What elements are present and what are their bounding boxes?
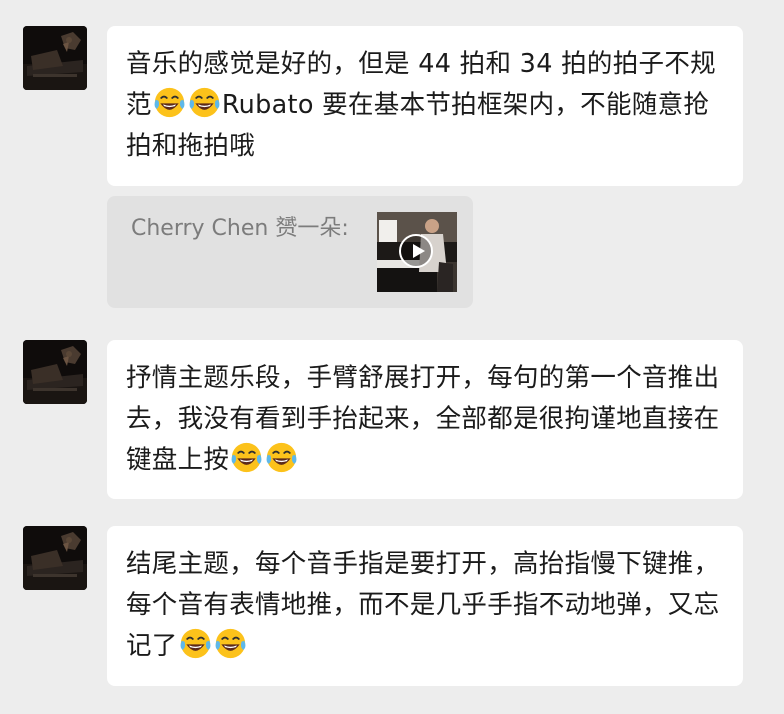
play-icon[interactable] [399, 234, 433, 268]
avatar-piano-photo-icon[interactable] [23, 340, 87, 404]
tears-of-joy-emoji-icon [179, 627, 212, 660]
quoted-sender-label: Cherry Chen 赟一朵: [131, 216, 349, 241]
message-text: 抒情主题乐段，手臂舒展打开，每句的第一个音推出去，我没有看到手抬起来，全部都是很… [126, 363, 720, 475]
tears-of-joy-emoji-icon [265, 441, 298, 474]
quoted-message[interactable]: Cherry Chen 赟一朵: [107, 196, 473, 308]
avatar-piano-photo-icon[interactable] [23, 526, 87, 590]
tears-of-joy-emoji-icon [188, 86, 221, 119]
message-bubble[interactable]: 音乐的感觉是好的，但是 44 拍和 34 拍的拍子不规范 Rubato 要在基本节… [107, 26, 743, 186]
tears-of-joy-emoji-icon [153, 86, 186, 119]
tears-of-joy-emoji-icon [214, 627, 247, 660]
tears-of-joy-emoji-icon [230, 441, 263, 474]
avatar-piano-photo-icon[interactable] [23, 26, 87, 90]
chat-view: 音乐的感觉是好的，但是 44 拍和 34 拍的拍子不规范 Rubato 要在基本节… [0, 0, 784, 714]
video-thumbnail-piano-icon[interactable] [377, 212, 457, 292]
message-bubble[interactable]: 抒情主题乐段，手臂舒展打开，每句的第一个音推出去，我没有看到手抬起来，全部都是很… [107, 340, 743, 499]
message-bubble[interactable]: 结尾主题，每个音手指是要打开，高抬指慢下键推，每个音有表情地推，而不是几乎手指不… [107, 526, 743, 686]
